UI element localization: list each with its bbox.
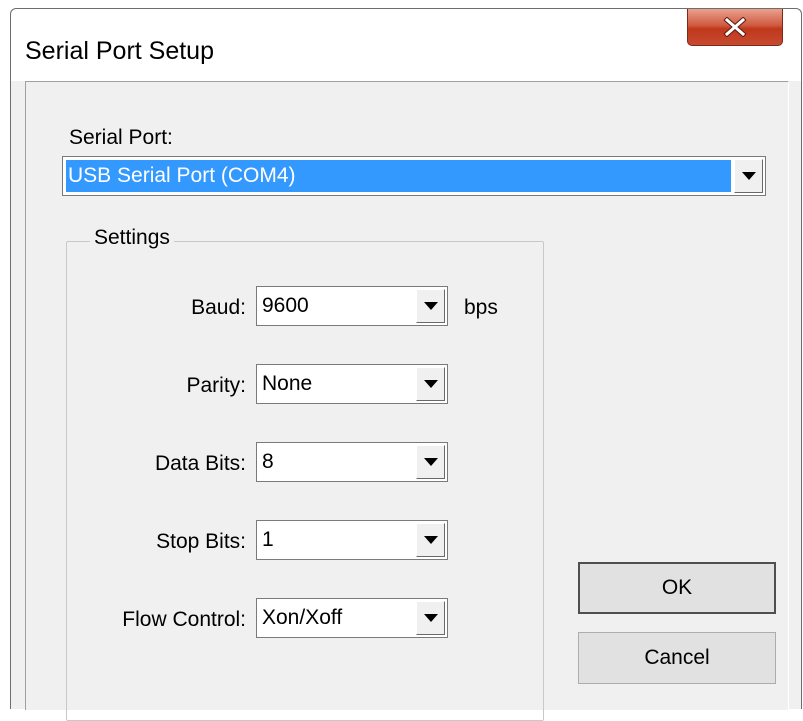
baud-dropdown-button[interactable]	[416, 289, 445, 323]
data-bits-combobox[interactable]: 8	[256, 442, 448, 482]
data-bits-dropdown-button[interactable]	[416, 445, 445, 479]
close-icon	[723, 17, 747, 37]
close-button[interactable]	[687, 9, 783, 46]
serial-port-dropdown-button[interactable]	[734, 159, 763, 193]
chevron-down-icon	[741, 172, 756, 180]
window-title: Serial Port Setup	[25, 37, 214, 65]
baud-combobox[interactable]: 9600	[256, 286, 448, 326]
flow-control-label: Flow Control:	[122, 608, 246, 631]
baud-value: 9600	[262, 294, 309, 317]
data-bits-label: Data Bits:	[154, 452, 246, 475]
cancel-button[interactable]: Cancel	[578, 632, 776, 684]
stop-bits-label: Stop Bits:	[156, 530, 246, 553]
serial-port-value: USB Serial Port (COM4)	[66, 160, 731, 192]
flow-control-dropdown-button[interactable]	[416, 601, 445, 635]
chevron-down-icon	[423, 614, 438, 622]
serial-port-combobox[interactable]: USB Serial Port (COM4)	[62, 156, 766, 196]
dialog-body: Serial Port: USB Serial Port (COM4) Sett…	[25, 81, 789, 721]
flow-control-value: Xon/Xoff	[262, 606, 343, 629]
stop-bits-dropdown-button[interactable]	[416, 523, 445, 557]
data-bits-value: 8	[262, 450, 274, 473]
parity-label: Parity:	[186, 374, 246, 397]
chevron-down-icon	[423, 302, 438, 310]
chevron-down-icon	[423, 536, 438, 544]
chevron-down-icon	[423, 458, 438, 466]
flow-control-combobox[interactable]: Xon/Xoff	[256, 598, 448, 638]
ok-button[interactable]: OK	[578, 562, 776, 614]
chevron-down-icon	[423, 380, 438, 388]
stop-bits-value: 1	[262, 528, 274, 551]
title-bar[interactable]: Serial Port Setup	[11, 9, 801, 81]
baud-label: Baud:	[191, 296, 246, 319]
baud-unit: bps	[464, 296, 498, 319]
serial-port-label: Serial Port:	[69, 126, 173, 149]
settings-group-title: Settings	[90, 226, 174, 250]
parity-dropdown-button[interactable]	[416, 367, 445, 401]
parity-combobox[interactable]: None	[256, 364, 448, 404]
parity-value: None	[262, 372, 313, 395]
stop-bits-combobox[interactable]: 1	[256, 520, 448, 560]
dialog-window: Serial Port Setup Serial Port: USB Seria…	[10, 8, 802, 721]
